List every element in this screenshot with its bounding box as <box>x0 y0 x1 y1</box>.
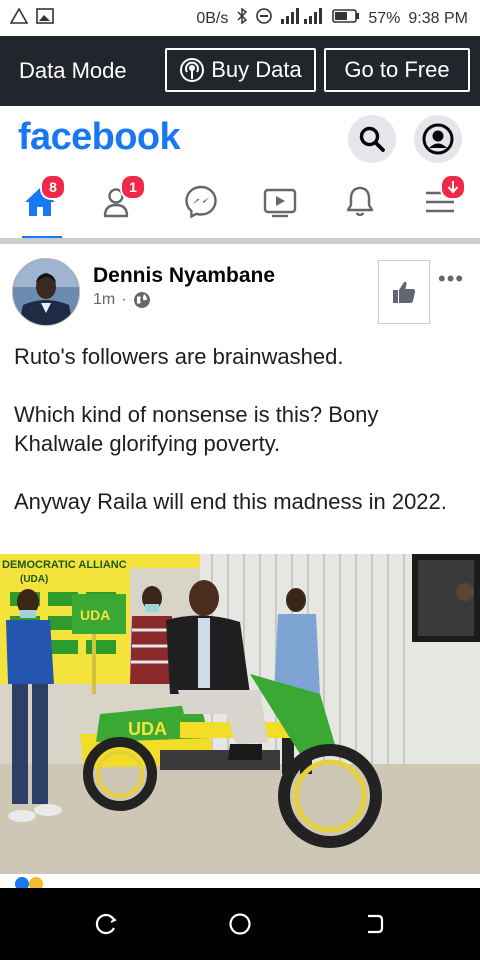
main-nav: 8 1 <box>0 170 480 239</box>
search-icon <box>358 125 386 153</box>
post-paragraph: Anyway Raila will end this madness in 20… <box>14 489 447 514</box>
profile-icon <box>422 123 454 155</box>
nav-notifications[interactable] <box>338 180 382 224</box>
status-bar: 0B/s 57% 9:38 PM <box>0 0 480 36</box>
facebook-logo[interactable]: facebook <box>18 116 181 159</box>
post-author-name[interactable]: Dennis Nyambane <box>93 264 275 288</box>
data-mode-bar: Data Mode Buy Data Go to Free <box>0 36 480 106</box>
meta-separator: · <box>121 291 127 308</box>
post-body: Ruto's followers are brainwashed. Which … <box>14 342 466 545</box>
banner-text: DEMOCRATIC ALLIANC <box>2 559 127 571</box>
nav-menu[interactable] <box>418 174 466 224</box>
network-speed: 0B/s <box>196 9 229 27</box>
post-photo[interactable]: DEMOCRATIC ALLIANC (UDA) UDA UDA <box>0 554 480 874</box>
do-not-disturb-icon <box>256 8 273 29</box>
search-button[interactable] <box>348 115 396 163</box>
clock: 9:38 PM <box>408 9 468 27</box>
go-to-free-button[interactable]: Go to Free <box>324 48 470 92</box>
thumbs-up-icon <box>391 279 417 305</box>
nav-watch[interactable] <box>258 180 302 224</box>
battery-level: 57% <box>368 9 401 27</box>
broadcast-icon <box>179 57 205 83</box>
profile-button[interactable] <box>414 115 462 163</box>
nav-home[interactable]: 8 <box>18 174 66 224</box>
box-sign-text: UDA <box>80 607 110 623</box>
feed-divider <box>0 238 480 244</box>
signal-icon <box>280 8 324 29</box>
bike-sign-text: UDA <box>128 719 167 739</box>
banner-subtext: (UDA) <box>20 574 48 585</box>
like-page-button[interactable] <box>378 260 430 324</box>
data-mode-title: Data Mode <box>19 58 127 83</box>
post-meta: 1m · <box>93 291 151 309</box>
post-paragraph: Ruto's followers are brainwashed. <box>14 344 344 369</box>
friends-badge: 1 <box>120 174 146 200</box>
home-circle-icon[interactable] <box>228 912 252 936</box>
author-avatar[interactable] <box>12 258 80 326</box>
system-nav-bar <box>0 888 480 960</box>
nav-messenger[interactable] <box>179 180 223 224</box>
battery-icon <box>332 9 360 28</box>
recent-apps-icon[interactable] <box>94 912 118 936</box>
messenger-icon <box>184 185 218 219</box>
app-header: facebook <box>0 106 480 170</box>
video-icon <box>262 186 298 218</box>
image-notification-icon <box>36 8 54 29</box>
more-options-icon[interactable]: ••• <box>438 266 464 292</box>
back-icon[interactable] <box>362 912 386 936</box>
globe-icon <box>133 291 151 309</box>
buy-data-label: Buy Data <box>211 57 302 82</box>
bell-icon <box>344 185 376 219</box>
post-time[interactable]: 1m <box>93 291 115 309</box>
alert-triangle-icon <box>9 7 29 29</box>
bluetooth-icon <box>236 7 248 29</box>
download-arrow-icon <box>447 180 459 194</box>
nav-friends[interactable]: 1 <box>98 174 146 224</box>
home-badge: 8 <box>40 174 66 200</box>
menu-download-badge <box>440 174 466 200</box>
go-to-free-label: Go to Free <box>344 57 450 82</box>
buy-data-button[interactable]: Buy Data <box>165 48 316 92</box>
post-paragraph: Which kind of nonsense is this? Bony Kha… <box>14 402 379 456</box>
